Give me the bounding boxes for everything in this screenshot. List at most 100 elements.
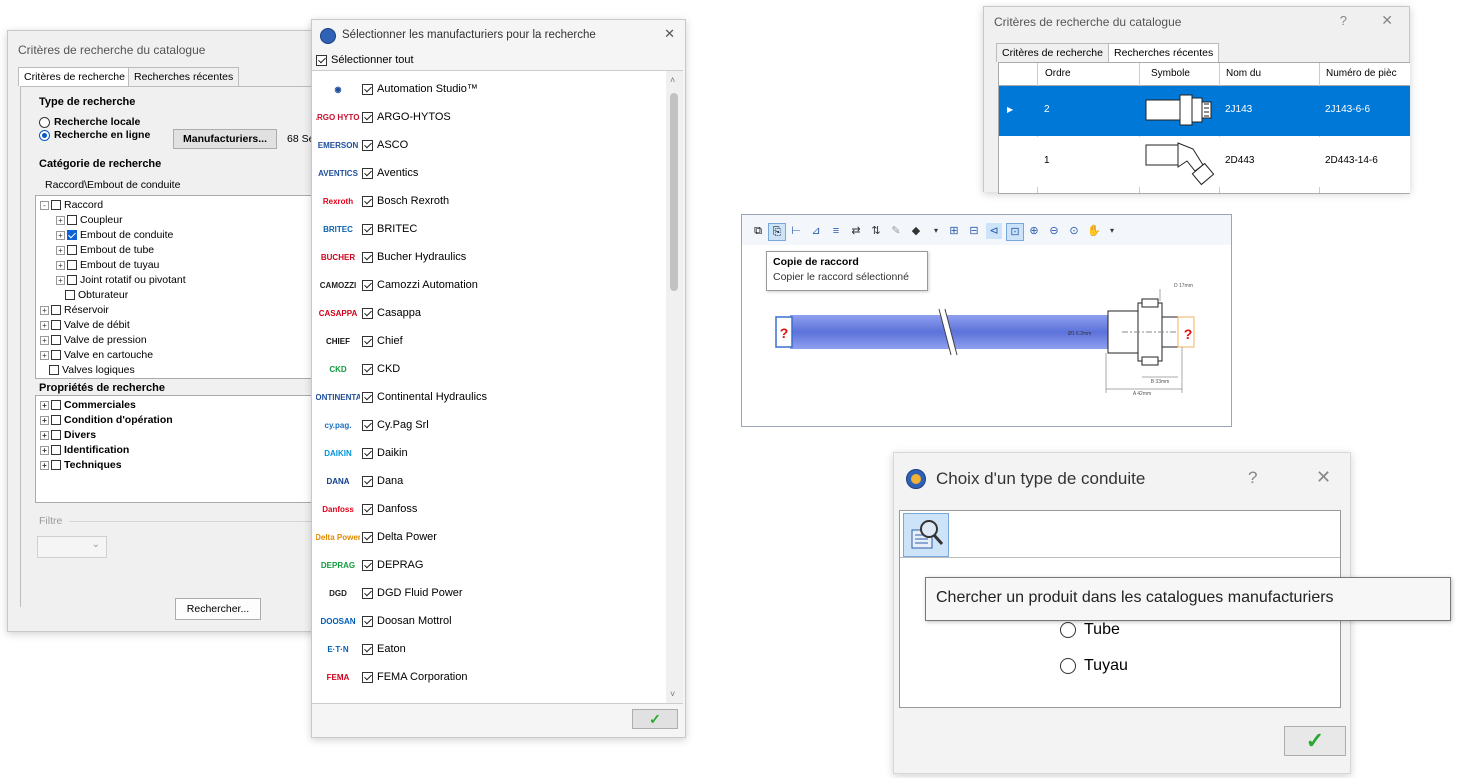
manufacturer-checkbox[interactable]	[362, 391, 373, 403]
tab-criteria[interactable]: Critères de recherche	[18, 67, 131, 86]
filter-dropdown[interactable]: ⌄	[37, 536, 107, 558]
expand-toggle-icon[interactable]: +	[56, 230, 65, 240]
flip-icon[interactable]: ⇄	[848, 223, 864, 239]
expand-toggle-icon[interactable]: +	[56, 275, 65, 285]
expand-toggle-icon[interactable]: +	[40, 415, 49, 425]
expand-toggle-icon[interactable]: +	[40, 445, 49, 455]
manufacturer-checkbox[interactable]	[362, 279, 373, 291]
tree-checkbox[interactable]	[51, 350, 61, 361]
help-icon[interactable]: ?	[1248, 468, 1257, 488]
manufacturer-item[interactable]: AVENTICS Aventics	[316, 159, 418, 187]
expand-toggle-icon[interactable]: +	[40, 400, 49, 410]
manufacturer-checkbox[interactable]	[362, 307, 373, 319]
manufacturer-item[interactable]: cy.pag. Cy.Pag Srl	[316, 411, 429, 439]
manufacturer-checkbox[interactable]	[362, 643, 373, 655]
dimension-icon[interactable]: ⊢	[788, 223, 804, 239]
close-icon[interactable]: ✕	[1316, 467, 1331, 488]
manufacturer-checkbox[interactable]	[362, 447, 373, 459]
copy-icon[interactable]: ⧉	[750, 223, 766, 239]
property-checkbox[interactable]	[51, 400, 61, 411]
manufacturers-button[interactable]: Manufacturiers...	[173, 129, 277, 149]
expand-toggle-icon[interactable]: -	[40, 200, 49, 210]
manufacturer-checkbox[interactable]	[362, 419, 373, 431]
col-part[interactable]: Numéro de pièc	[1326, 68, 1397, 79]
radio-tube[interactable]: Tube	[1060, 621, 1120, 639]
col-order[interactable]: Ordre	[1045, 68, 1071, 79]
radio-local-indicator[interactable]	[39, 116, 50, 128]
manufacturer-checkbox[interactable]	[362, 503, 373, 515]
eraser-icon[interactable]: ◆	[908, 223, 924, 239]
pen-icon[interactable]: ✎	[888, 223, 904, 239]
manufacturer-list[interactable]: ◉ Automation Studio™ ARGO HYTOS ARGO-HYTOS E…	[312, 70, 683, 704]
tree-item[interactable]: + Joint rotatif ou pivotant	[56, 273, 186, 287]
manufacturer-item[interactable]: CONTINENTAL Continental Hydraulics	[316, 383, 487, 411]
recent-grid[interactable]: Ordre Symbole Nom du Numéro de pièc ▶ 2 …	[998, 62, 1410, 194]
zoom-in-icon[interactable]: ⊕	[1026, 223, 1042, 239]
tree-checkbox[interactable]	[67, 245, 77, 256]
tree-item[interactable]: + Embout de tube	[56, 243, 154, 257]
manufacturer-item[interactable]: Danfoss Danfoss	[316, 495, 417, 523]
manufacturer-checkbox[interactable]	[362, 139, 373, 151]
tree-item[interactable]: Obturateur	[56, 288, 128, 302]
select-all-checkbox[interactable]: Sélectionner tout	[316, 54, 414, 66]
col-symbol[interactable]: Symbole	[1151, 68, 1190, 79]
manufacturer-item[interactable]: EMERSON ASCO	[316, 131, 408, 159]
property-item[interactable]: + Commerciales	[40, 398, 136, 412]
expand-toggle-icon[interactable]: +	[40, 430, 49, 440]
tree-checkbox[interactable]	[67, 260, 77, 271]
radio-online[interactable]: Recherche en ligne	[39, 129, 150, 141]
zoom-out-icon[interactable]: ⊖	[1046, 223, 1062, 239]
radio-local[interactable]: Recherche locale	[39, 116, 140, 128]
scroll-down-icon[interactable]: ˅	[670, 689, 675, 699]
expand-toggle-icon[interactable]: +	[40, 335, 49, 345]
tree-item[interactable]: + Coupleur	[56, 213, 123, 227]
expand-toggle-icon[interactable]: +	[56, 245, 65, 255]
manufacturer-checkbox[interactable]	[362, 251, 373, 263]
manufacturer-item[interactable]: Rexroth Bosch Rexroth	[316, 187, 449, 215]
tree-checkbox[interactable]	[51, 200, 61, 211]
tree-checkbox[interactable]	[65, 290, 75, 301]
dropdown-icon[interactable]: ▾	[1104, 223, 1120, 239]
manufacturer-item[interactable]: DGD DGD Fluid Power	[316, 579, 462, 607]
connect-icon[interactable]: ⊲	[986, 223, 1002, 239]
hose-icon[interactable]: ≡	[828, 223, 844, 239]
tab-recent[interactable]: Recherches récentes	[1108, 43, 1220, 62]
manufacturer-item[interactable]: E·T·N Eaton	[316, 635, 405, 663]
category-tree[interactable]: - Raccord + Coupleur + Embout de conduite + Emb…	[35, 195, 333, 379]
manufacturer-checkbox[interactable]	[362, 363, 373, 375]
close-icon[interactable]: ✕	[664, 26, 675, 42]
ok-button[interactable]: ✓	[1284, 726, 1346, 756]
manufacturer-item[interactable]: CKD CKD	[316, 355, 400, 383]
tree-checkbox[interactable]	[49, 365, 59, 376]
tree-item[interactable]: + Valve de pression	[40, 333, 147, 347]
radio-tuyau-indicator[interactable]	[1060, 658, 1076, 674]
zoom-window-icon[interactable]: ⊙	[1066, 223, 1082, 239]
manufacturer-item[interactable]: CAMOZZI Camozzi Automation	[316, 271, 478, 299]
manufacturer-checkbox[interactable]	[362, 111, 373, 123]
expand-toggle-icon[interactable]: +	[56, 260, 65, 270]
manufacturer-checkbox[interactable]	[362, 223, 373, 235]
manufacturer-checkbox[interactable]	[362, 195, 373, 207]
tree-item[interactable]: + Valve en cartouche	[40, 348, 153, 362]
property-item[interactable]: + Condition d'opération	[40, 413, 173, 427]
select-all-check-icon[interactable]	[316, 54, 327, 66]
property-checkbox[interactable]	[51, 460, 61, 471]
tree-checkbox[interactable]	[67, 275, 77, 286]
mirror-icon[interactable]: ⇅	[868, 223, 884, 239]
expand-toggle-icon[interactable]: +	[40, 460, 49, 470]
scrollbar[interactable]: ˄ ˅	[666, 71, 683, 703]
pan-hand-icon[interactable]: ✋	[1086, 223, 1102, 239]
search-button[interactable]: Rechercher...	[175, 598, 261, 620]
expand-toggle-icon[interactable]: +	[40, 320, 49, 330]
tree-checkbox[interactable]	[67, 215, 77, 226]
expand-toggle-icon[interactable]: +	[40, 350, 49, 360]
manufacturer-item[interactable]: DANA Dana	[316, 467, 403, 495]
zoom-fit-icon[interactable]: ⊡	[1006, 223, 1024, 241]
property-item[interactable]: + Techniques	[40, 458, 122, 472]
dropdown-icon[interactable]: ▾	[928, 223, 944, 239]
manufacturer-checkbox[interactable]	[362, 559, 373, 571]
manufacturer-checkbox[interactable]	[362, 335, 373, 347]
manufacturer-item[interactable]: DOOSAN Doosan Mottrol	[316, 607, 451, 635]
col-name[interactable]: Nom du	[1226, 68, 1261, 79]
manufacturer-checkbox[interactable]	[362, 587, 373, 599]
